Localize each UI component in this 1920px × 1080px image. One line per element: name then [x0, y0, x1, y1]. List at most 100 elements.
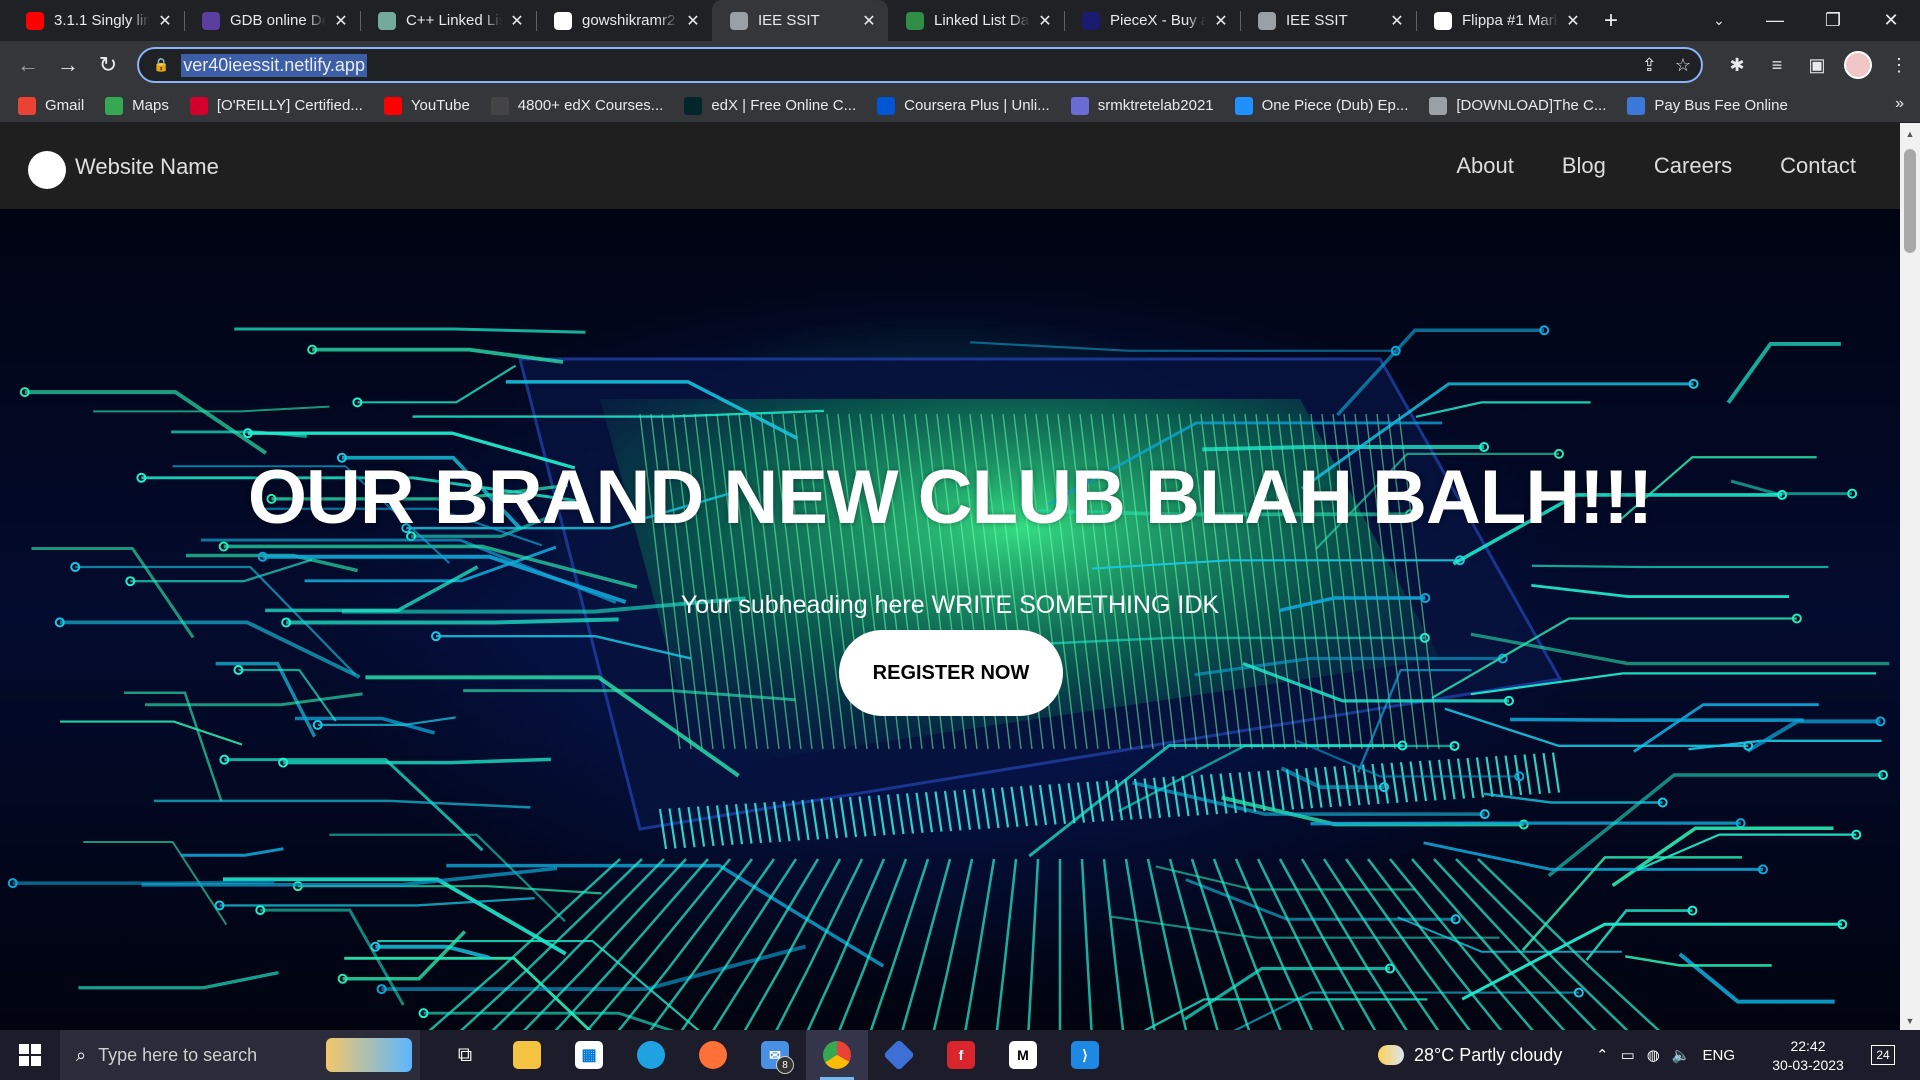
share-icon[interactable]: ⇪ — [1642, 55, 1657, 76]
mendeley-icon[interactable]: M — [992, 1030, 1054, 1080]
start-button[interactable] — [0, 1030, 60, 1080]
tab-title: GDB online Debugger — [230, 12, 326, 29]
battery-icon[interactable]: ▭ — [1621, 1046, 1635, 1064]
close-tab-icon[interactable]: ✕ — [1564, 11, 1582, 31]
menu-icon[interactable]: ⋮ — [1886, 55, 1912, 76]
browser-tab[interactable]: gowshikramr2 ✕ — [536, 0, 712, 41]
power-automate-icon[interactable] — [868, 1030, 930, 1080]
browser-tab[interactable]: Flippa #1 Marketplace ✕ — [1416, 0, 1592, 41]
back-icon[interactable]: ← — [8, 45, 48, 85]
firefox-icon[interactable] — [682, 1030, 744, 1080]
tab-title: C++ Linked List — [406, 12, 502, 29]
nav-link-about[interactable]: About — [1456, 153, 1514, 179]
nav-link-contact[interactable]: Contact — [1780, 153, 1856, 179]
file-explorer-icon[interactable] — [496, 1030, 558, 1080]
scroll-down-icon[interactable]: ▼ — [1900, 1016, 1920, 1026]
bookmark-label: [DOWNLOAD]The C... — [1456, 97, 1607, 114]
tab-title: PieceX - Buy and — [1110, 12, 1206, 29]
browser-tab[interactable]: 3.1.1 Singly linked ✕ — [8, 0, 184, 41]
bookmark-item[interactable]: [O'REILLY] Certified... — [189, 96, 363, 115]
browser-tab[interactable]: GDB online Debugger ✕ — [184, 0, 360, 41]
close-window-icon[interactable]: ✕ — [1862, 0, 1920, 41]
site-brand[interactable]: Website Name — [75, 154, 219, 180]
bookmarks-bar: Gmail Maps [O'REILLY] Certified... YouTu… — [0, 89, 1920, 123]
address-bar[interactable]: 🔒 ver40ieessit.netlify.app ⇪ ☆ — [137, 47, 1703, 83]
lab-icon — [1070, 96, 1089, 115]
bookmark-item[interactable]: YouTube — [383, 96, 470, 115]
tab-search-icon[interactable]: ⌄ — [1704, 0, 1734, 41]
bookmark-item[interactable]: Pay Bus Fee Online — [1627, 96, 1788, 115]
new-tab-button[interactable]: + — [1592, 0, 1630, 41]
address-text[interactable]: ver40ieessit.netlify.app — [181, 53, 367, 77]
close-tab-icon[interactable]: ✕ — [1212, 11, 1230, 31]
close-tab-icon[interactable]: ✕ — [508, 11, 526, 31]
close-tab-icon[interactable]: ✕ — [684, 11, 702, 31]
windows-taskbar: ⌕ Type here to search ⧉ ▦ ✉ 8 f M ⟩ 28°C … — [0, 1030, 1920, 1080]
volume-icon[interactable]: 🔈 — [1672, 1046, 1691, 1064]
reload-icon[interactable]: ↻ — [88, 45, 128, 85]
globe-icon — [730, 11, 748, 30]
edge-icon[interactable] — [620, 1030, 682, 1080]
network-icon[interactable]: ◍ — [1647, 1046, 1660, 1064]
bookmark-item[interactable]: edX | Free Online C... — [684, 96, 856, 115]
extensions-icon[interactable]: ✱ — [1724, 55, 1750, 76]
close-tab-icon[interactable]: ✕ — [1036, 11, 1054, 31]
bookmarks-overflow-icon[interactable]: » — [1895, 95, 1904, 113]
bookmark-item[interactable]: One Piece (Dub) Ep... — [1234, 96, 1408, 115]
microsoft-store-icon[interactable]: ▦ — [558, 1030, 620, 1080]
browser-toolbar: ← → ↻ 🔒 ver40ieessit.netlify.app ⇪ ☆ ✱ ≡… — [0, 41, 1920, 89]
register-now-button[interactable]: REGISTER NOW — [839, 630, 1063, 716]
bookmark-item[interactable]: Coursera Plus | Unli... — [877, 96, 1050, 115]
mail-icon[interactable]: ✉ 8 — [744, 1030, 806, 1080]
piecex-icon — [1082, 11, 1100, 30]
youtube-icon — [383, 96, 402, 115]
bookmark-star-icon[interactable]: ☆ — [1675, 55, 1691, 76]
close-tab-icon[interactable]: ✕ — [1388, 11, 1406, 31]
bookmark-item[interactable]: Maps — [105, 96, 169, 115]
side-panel-icon[interactable]: ▣ — [1804, 55, 1830, 76]
bookmark-item[interactable]: Gmail — [18, 96, 84, 115]
close-tab-icon[interactable]: ✕ — [860, 11, 878, 31]
restore-icon[interactable]: ❐ — [1804, 0, 1862, 41]
browser-tab[interactable]: IEE SSIT ✕ — [1240, 0, 1416, 41]
browser-tab[interactable]: PieceX - Buy and ✕ — [1064, 0, 1240, 41]
bookmark-label: Maps — [132, 97, 169, 114]
task-view-icon[interactable]: ⧉ — [434, 1030, 496, 1080]
show-hidden-icons-icon[interactable]: ⌃ — [1596, 1046, 1609, 1064]
tab-strip: 3.1.1 Singly linked ✕ GDB online Debugge… — [0, 0, 1920, 41]
scroll-up-icon[interactable]: ▲ — [1900, 129, 1920, 139]
close-tab-icon[interactable]: ✕ — [156, 11, 174, 31]
foxit-reader-icon[interactable]: f — [930, 1030, 992, 1080]
oreilly-icon — [189, 96, 208, 115]
bookmark-item[interactable]: srmktretelab2021 — [1070, 96, 1214, 115]
bookmark-item[interactable]: [DOWNLOAD]The C... — [1429, 96, 1607, 115]
page-scrollbar[interactable]: ▲ ▼ — [1900, 123, 1920, 1030]
bookmark-item[interactable]: 4800+ edX Courses... — [490, 96, 663, 115]
browser-tab[interactable]: Linked List Data ✕ — [888, 0, 1064, 41]
profile-avatar[interactable] — [1844, 51, 1872, 79]
tab-title: Flippa #1 Marketplace — [1462, 12, 1558, 29]
search-placeholder: Type here to search — [98, 1044, 258, 1065]
lock-icon[interactable]: 🔒 — [153, 57, 169, 73]
close-tab-icon[interactable]: ✕ — [332, 11, 350, 31]
browser-tab[interactable]: IEE SSIT ✕ — [712, 0, 888, 41]
bookmark-label: Coursera Plus | Unli... — [904, 97, 1050, 114]
hero-section: OUR BRAND NEW CLUB BLAH BALH!!! Your sub… — [0, 209, 1900, 1030]
nav-link-careers[interactable]: Careers — [1654, 153, 1732, 179]
weather-widget[interactable]: 28°C Partly cloudy — [1378, 1030, 1562, 1080]
scrollbar-thumb[interactable] — [1904, 149, 1916, 253]
vscode-icon[interactable]: ⟩ — [1054, 1030, 1116, 1080]
chrome-icon[interactable] — [806, 1030, 868, 1080]
media-control-icon[interactable]: ≡ — [1764, 55, 1790, 76]
forward-icon[interactable]: → — [48, 45, 88, 85]
browser-tab[interactable]: C++ Linked List ✕ — [360, 0, 536, 41]
taskbar-search[interactable]: ⌕ Type here to search — [60, 1030, 420, 1080]
tab-title: Linked List Data — [934, 12, 1030, 29]
minimize-icon[interactable]: — — [1746, 0, 1804, 41]
language-indicator[interactable]: ENG — [1703, 1047, 1736, 1064]
notification-center-icon[interactable]: 24 — [1868, 1040, 1898, 1070]
taskbar-clock[interactable]: 22:42 30-03-2023 — [1766, 1037, 1850, 1075]
gdb-icon — [202, 11, 220, 30]
nav-link-blog[interactable]: Blog — [1562, 153, 1606, 179]
site-logo[interactable] — [28, 151, 66, 189]
